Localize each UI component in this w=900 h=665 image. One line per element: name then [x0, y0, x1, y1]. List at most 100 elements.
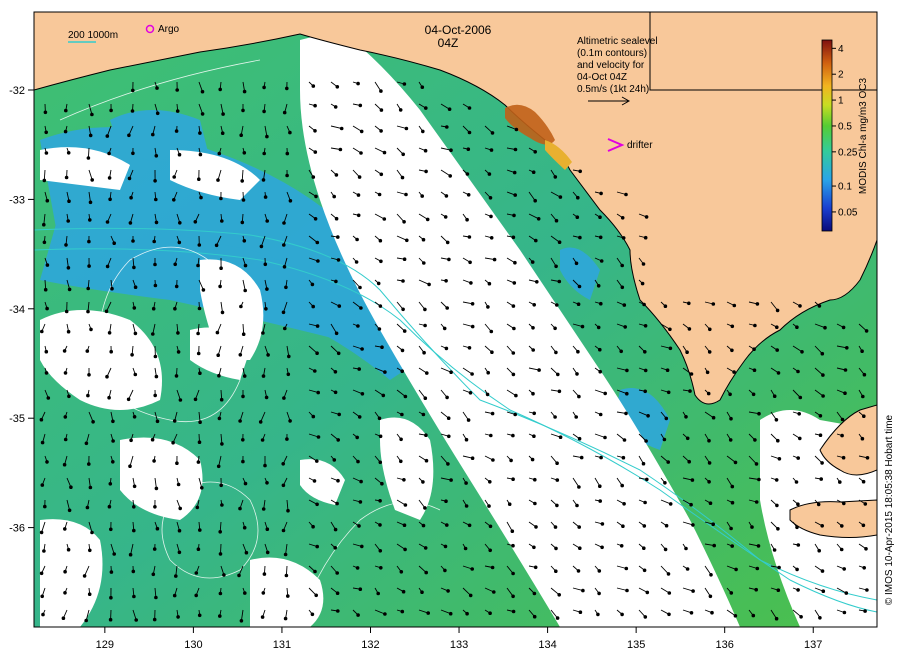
velocity-arrow-head-icon	[67, 220, 70, 223]
velocity-arrow-head-icon	[133, 506, 136, 509]
velocity-arrow-head-icon	[243, 375, 246, 378]
velocity-arrow-head-icon	[422, 481, 425, 484]
velocity-arrow-head-icon	[379, 305, 382, 308]
velocity-arrow-head-icon	[404, 548, 407, 551]
velocity-arrow-head-icon	[626, 589, 629, 592]
velocity-arrow-head-icon	[155, 375, 158, 378]
velocity-arrow-head-icon	[445, 347, 448, 350]
velocity-arrow-head-icon	[424, 547, 427, 550]
velocity-arrow-head-icon	[421, 591, 424, 594]
velocity-arrow-head-icon	[64, 438, 67, 441]
velocity-arrow-head-icon	[581, 325, 584, 328]
velocity-arrow-head-icon	[65, 109, 68, 112]
velocity-arrow-head-icon	[775, 617, 778, 620]
velocity-arrow-head-icon	[244, 592, 247, 595]
velocity-arrow-head-icon	[491, 132, 494, 135]
velocity-arrow-head-icon	[89, 134, 92, 137]
velocity-arrow-head-icon	[424, 324, 427, 327]
velocity-arrow-head-icon	[46, 461, 49, 464]
velocity-arrow-head-icon	[174, 307, 177, 310]
y-tick-label: -36	[9, 523, 25, 535]
velocity-arrow-head-icon	[133, 416, 136, 419]
velocity-arrow-head-icon	[311, 613, 314, 616]
velocity-arrow-head-icon	[513, 214, 516, 217]
velocity-arrow-head-icon	[664, 482, 667, 485]
velocity-arrow-head-icon	[403, 221, 406, 224]
velocity-arrow-head-icon	[824, 326, 827, 329]
velocity-arrow-head-icon	[776, 349, 779, 352]
velocity-arrow-head-icon	[665, 524, 668, 527]
velocity-arrow-head-icon	[134, 286, 137, 289]
velocity-arrow-head-icon	[471, 568, 474, 571]
velocity-arrow-head-icon	[43, 241, 46, 244]
velocity-arrow-head-icon	[731, 545, 734, 548]
velocity-arrow-head-icon	[86, 350, 89, 353]
velocity-arrow-head-icon	[245, 551, 248, 554]
velocity-arrow-head-icon	[559, 196, 562, 199]
velocity-arrow-head-icon	[692, 590, 695, 593]
velocity-arrow-head-icon	[643, 569, 646, 572]
velocity-arrow-head-icon	[730, 527, 733, 530]
velocity-arrow-head-icon	[378, 417, 381, 420]
velocity-arrow-head-icon	[515, 128, 518, 131]
velocity-arrow-head-icon	[709, 595, 712, 598]
velocity-arrow-head-icon	[289, 420, 292, 423]
velocity-arrow-head-icon	[266, 288, 269, 291]
velocity-arrow-head-icon	[620, 545, 623, 548]
velocity-arrow-head-icon	[379, 435, 382, 438]
velocity-arrow-head-icon	[337, 352, 340, 355]
velocity-arrow-head-icon	[155, 487, 158, 490]
velocity-arrow-head-icon	[444, 569, 447, 572]
x-tick-label: 135	[627, 639, 645, 651]
velocity-arrow-head-icon	[44, 288, 47, 291]
velocity-arrow-head-icon	[752, 393, 755, 396]
velocity-arrow-head-icon	[175, 285, 178, 288]
velocity-arrow-head-icon	[262, 332, 265, 335]
velocity-arrow-head-icon	[311, 283, 314, 286]
x-tick-label: 133	[450, 639, 468, 651]
velocity-arrow-head-icon	[841, 525, 844, 528]
velocity-arrow-head-icon	[556, 462, 559, 465]
velocity-arrow-head-icon	[425, 107, 428, 110]
velocity-arrow-head-icon	[220, 484, 223, 487]
velocity-arrow-head-icon	[129, 553, 132, 556]
velocity-arrow-head-icon	[287, 509, 290, 512]
velocity-arrow-head-icon	[153, 618, 156, 621]
velocity-arrow-head-icon	[316, 545, 319, 548]
velocity-arrow-head-icon	[401, 176, 404, 179]
velocity-arrow-head-icon	[316, 325, 319, 328]
velocity-arrow-head-icon	[176, 89, 179, 92]
velocity-arrow-head-icon	[468, 107, 471, 110]
velocity-arrow-head-icon	[263, 110, 266, 113]
velocity-arrow-head-icon	[692, 524, 695, 527]
velocity-arrow-head-icon	[866, 589, 869, 592]
velocity-arrow-head-icon	[751, 526, 754, 529]
velocity-arrow-head-icon	[314, 570, 317, 573]
velocity-arrow-head-icon	[336, 592, 339, 595]
velocity-arrow-head-icon	[87, 394, 90, 397]
velocity-arrow-head-icon	[513, 282, 516, 285]
velocity-arrow-head-icon	[315, 594, 318, 597]
velocity-arrow-head-icon	[286, 152, 289, 155]
velocity-arrow-head-icon	[669, 503, 672, 506]
velocity-arrow-head-icon	[493, 591, 496, 594]
velocity-arrow-head-icon	[41, 595, 44, 598]
velocity-arrow-head-icon	[85, 442, 88, 445]
velocity-arrow-head-icon	[63, 463, 66, 466]
velocity-arrow-head-icon	[450, 149, 453, 152]
velocity-arrow-head-icon	[600, 260, 603, 263]
velocity-arrow-head-icon	[512, 610, 515, 613]
velocity-arrow-head-icon	[106, 265, 109, 268]
velocity-arrow-head-icon	[469, 392, 472, 395]
y-axis: -32-33-34-35-36	[9, 85, 34, 535]
velocity-arrow-head-icon	[669, 347, 672, 350]
velocity-arrow-head-icon	[690, 503, 693, 506]
velocity-note-line-1: Altimetric sealevel	[577, 36, 658, 47]
velocity-arrow-head-icon	[154, 355, 157, 358]
velocity-arrow-head-icon	[262, 375, 265, 378]
colorbar-tick-label: 0.5	[838, 121, 852, 132]
velocity-arrow-head-icon	[532, 392, 535, 395]
velocity-arrow-head-icon	[379, 550, 382, 553]
velocity-arrow-head-icon	[819, 434, 822, 437]
velocity-arrow-head-icon	[339, 148, 342, 151]
